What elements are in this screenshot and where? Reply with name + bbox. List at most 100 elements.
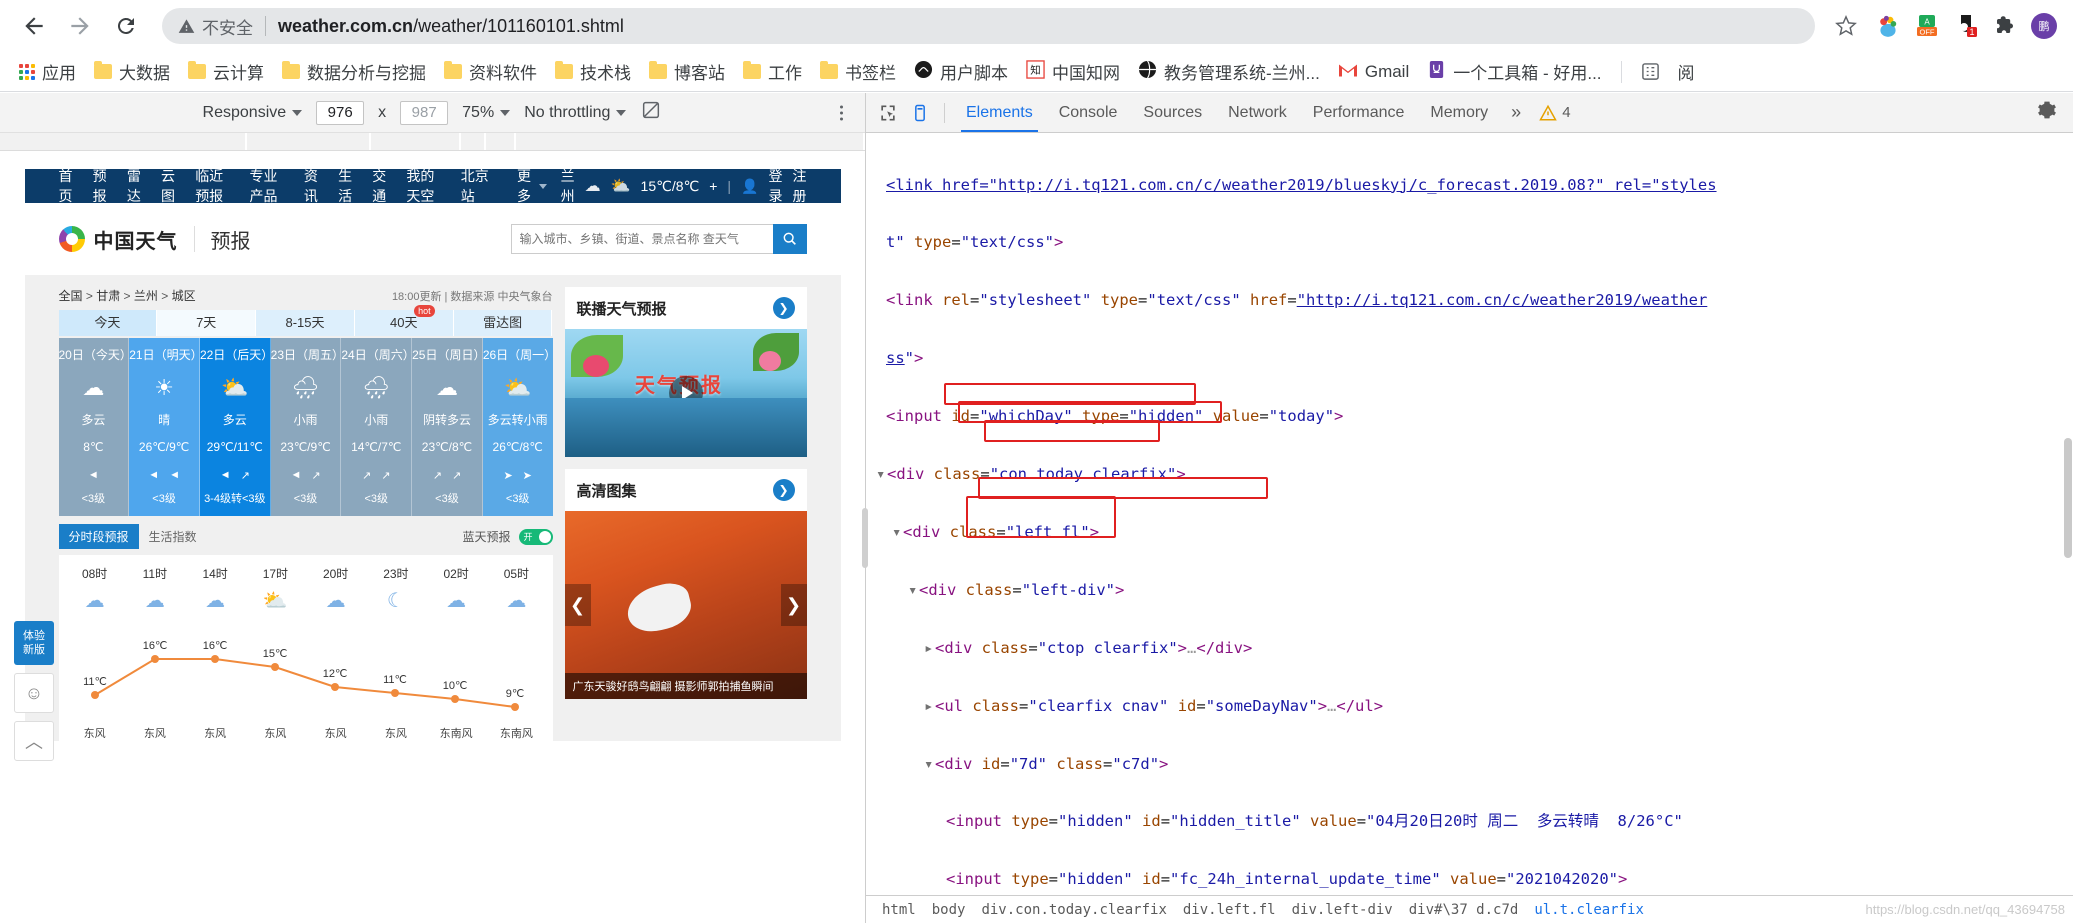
rail-newversion-button[interactable]: 体验新版	[14, 621, 54, 665]
bookmark-item-4[interactable]: 技术栈	[546, 55, 640, 88]
topnav-item-1[interactable]: 预报	[93, 166, 113, 206]
bookmark-item-8[interactable]: 用户脚本	[905, 55, 1017, 88]
bookmark-item-0[interactable]: 大数据	[85, 55, 179, 88]
bookmark-apps[interactable]: 应用	[10, 55, 85, 88]
dom-line-8[interactable]: <ul class="clearfix cnav" id="someDayNav…	[866, 697, 2073, 716]
breadcrumb-left-fl[interactable]: div.left.fl	[1175, 902, 1284, 918]
bookmark-item-2[interactable]: 数据分析与挖掘	[273, 55, 435, 88]
forecast-day-6[interactable]: 26日（周一） ⛅ 多云转小雨 26℃/8℃ ➤ ➤ <3级	[482, 338, 556, 516]
reading-list-icon[interactable]	[1632, 58, 1669, 85]
tab-performance[interactable]: Performance	[1300, 93, 1418, 132]
dom-scrollbar[interactable]	[2063, 133, 2073, 895]
topnav-item-8[interactable]: 交通	[372, 166, 392, 206]
chevron-right-icon[interactable]: ❯	[772, 479, 795, 501]
breadcrumb-left-div[interactable]: div.left-div	[1284, 902, 1401, 918]
topnav-plus[interactable]: +	[709, 178, 717, 194]
forecast-day-1[interactable]: 21日（明天） ☀ 晴 26℃/9℃ ◄ ◄ <3级	[129, 338, 203, 516]
chevron-right-icon[interactable]: ❯	[780, 584, 807, 626]
tab-network[interactable]: Network	[1215, 93, 1300, 132]
split-resize-handle[interactable]	[862, 508, 868, 568]
register-link[interactable]: 注册	[793, 166, 807, 206]
subtab-life-index[interactable]: 生活指数	[139, 524, 207, 549]
extension-colorful-icon[interactable]	[1873, 11, 1903, 41]
forecast-day-0[interactable]: 20日（今天） ☁ 多云 8℃ ◄ <3级	[58, 338, 132, 516]
tab-7day[interactable]: 7天	[157, 310, 257, 336]
topnav-item-9[interactable]: 我的天空	[406, 166, 446, 206]
viewport-height-input[interactable]: 987	[400, 100, 449, 125]
bookmark-item-10[interactable]: 教务管理系统-兰州...	[1129, 55, 1329, 88]
chevron-right-icon[interactable]: ❯	[772, 297, 795, 319]
video-thumbnail[interactable]: 天气预报 WEATHER FORECAST	[564, 329, 807, 457]
bookmark-item-1[interactable]: 云计算	[179, 55, 273, 88]
device-selector[interactable]: Responsive	[203, 104, 303, 122]
extension-counter-icon[interactable]: 1	[1951, 11, 1981, 41]
dom-line-4[interactable]: <div class="con today clearfix">	[866, 465, 2073, 484]
bookmark-item-9[interactable]: 知 中国知网	[1017, 55, 1129, 88]
topnav-item-3[interactable]: 云图	[161, 166, 181, 206]
breadcrumb-7d[interactable]: div#\37 d.c7d	[1401, 902, 1527, 918]
bookmark-star-icon[interactable]	[1829, 9, 1863, 43]
extension-off-icon[interactable]: A OFF	[1912, 11, 1942, 41]
dom-line-0[interactable]: t" type="text/css">	[866, 233, 2073, 252]
topnav-item-10[interactable]: 北京站	[461, 166, 491, 206]
tab-40day[interactable]: 40天 hot	[354, 305, 454, 336]
forward-arrow-icon[interactable]	[60, 6, 100, 46]
blue-forecast-toggle[interactable]: 开	[518, 528, 553, 545]
zoom-selector[interactable]: 75%	[462, 104, 511, 122]
breadcrumb-con-today[interactable]: div.con.today.clearfix	[973, 902, 1174, 918]
bookmark-item-5[interactable]: 博客站	[640, 55, 734, 88]
rail-backtotop-button[interactable]: ︿	[14, 721, 54, 761]
chevron-double-right-icon[interactable]: »	[1501, 102, 1531, 123]
warning-indicator[interactable]: 4	[1531, 104, 1578, 122]
forecast-day-2[interactable]: 22日（后天） ⛅ 多云 29℃/11℃ ◄ ↗ 3-4级转<3级	[199, 338, 273, 516]
more-options-icon[interactable]	[831, 105, 851, 120]
site-logo[interactable]: 中国天气	[58, 225, 178, 254]
search-icon[interactable]	[772, 224, 807, 254]
bookmark-item-7[interactable]: 书签栏	[811, 55, 905, 88]
topnav-item-6[interactable]: 资讯	[304, 166, 324, 206]
extension-profile-icon[interactable]: 鹏	[2029, 11, 2059, 41]
dom-line-2[interactable]: ss">	[866, 349, 2073, 368]
bookmark-item-3[interactable]: 资料软件	[435, 55, 546, 88]
gear-icon[interactable]	[2027, 100, 2067, 126]
breadcrumb-ul-t[interactable]: ul.t.clearfix	[1526, 902, 1652, 918]
back-arrow-icon[interactable]	[14, 6, 54, 46]
rotate-icon[interactable]	[640, 99, 662, 126]
breadcrumb-3[interactable]: 城区	[172, 287, 196, 304]
gallery-thumbnail[interactable]: ❮ ❯ 广东天骏好鸱鸟翩翩 摄影师郭拍捕鱼瞬间	[564, 511, 807, 699]
dom-line-1[interactable]: <link rel="stylesheet" type="text/css" h…	[866, 291, 2073, 310]
topnav-item-2[interactable]: 雷达	[127, 166, 147, 206]
bookmark-item-6[interactable]: 工作	[734, 55, 811, 88]
subtab-hourly[interactable]: 分时段预报	[58, 524, 139, 549]
reload-icon[interactable]	[106, 6, 146, 46]
bookmark-item-12[interactable]: 一个工具箱 - 好用...	[1418, 55, 1610, 88]
rail-feedback-button[interactable]: ☺	[14, 673, 54, 713]
bookmark-item-11[interactable]: Gmail	[1329, 57, 1418, 87]
tab-memory[interactable]: Memory	[1417, 93, 1501, 132]
dom-line-10[interactable]: <input type="hidden" id="hidden_title" v…	[866, 812, 2073, 831]
topnav-city[interactable]: 兰州	[561, 166, 575, 206]
forecast-day-3[interactable]: 23日（周五） 🌧 小雨 23℃/9℃ ◄ ↗ <3级	[270, 338, 344, 516]
breadcrumb-1[interactable]: 甘肃	[96, 287, 120, 304]
chevron-left-icon[interactable]: ❮	[564, 584, 591, 626]
throttling-selector[interactable]: No throttling	[524, 104, 627, 122]
device-toolbar-icon[interactable]	[904, 97, 936, 129]
bookmark-overflow-label[interactable]: 阅	[1669, 55, 1704, 88]
security-indicator[interactable]: 不安全	[178, 14, 253, 39]
dom-tree[interactable]: <link href="http://i.tq121.com.cn/c/weat…	[866, 133, 2073, 895]
viewport-width-input[interactable]: 976	[316, 100, 365, 125]
address-bar[interactable]: 不安全 weather.com.cn/weather/101160101.sht…	[162, 8, 1815, 44]
forecast-day-4[interactable]: 24日（周六） 🌧 小雨 14℃/7℃ ↗ ↗ <3级	[341, 338, 415, 516]
extension-puzzle-icon[interactable]	[1990, 11, 2020, 41]
breadcrumb-2[interactable]: 兰州	[134, 287, 158, 304]
topnav-item-4[interactable]: 临近预报	[195, 166, 235, 206]
forecast-day-5[interactable]: 25日（周日） ☁ 阴转多云 23℃/8℃ ↗ ↗ <3级	[412, 338, 485, 516]
dom-line-5[interactable]: <div class="left fl">	[866, 523, 2073, 542]
topnav-item-7[interactable]: 生活	[338, 166, 358, 206]
dom-line-11[interactable]: <input type="hidden" id="fc_24h_internal…	[866, 870, 2073, 889]
tab-today[interactable]: 今天	[58, 310, 158, 336]
dom-line-7[interactable]: <div class="ctop clearfix">…</div>	[866, 639, 2073, 658]
dom-line-9[interactable]: <div id="7d" class="c7d">	[866, 755, 2073, 774]
breadcrumb-0[interactable]: 全国	[59, 287, 83, 304]
breadcrumb-html[interactable]: html	[874, 902, 924, 918]
